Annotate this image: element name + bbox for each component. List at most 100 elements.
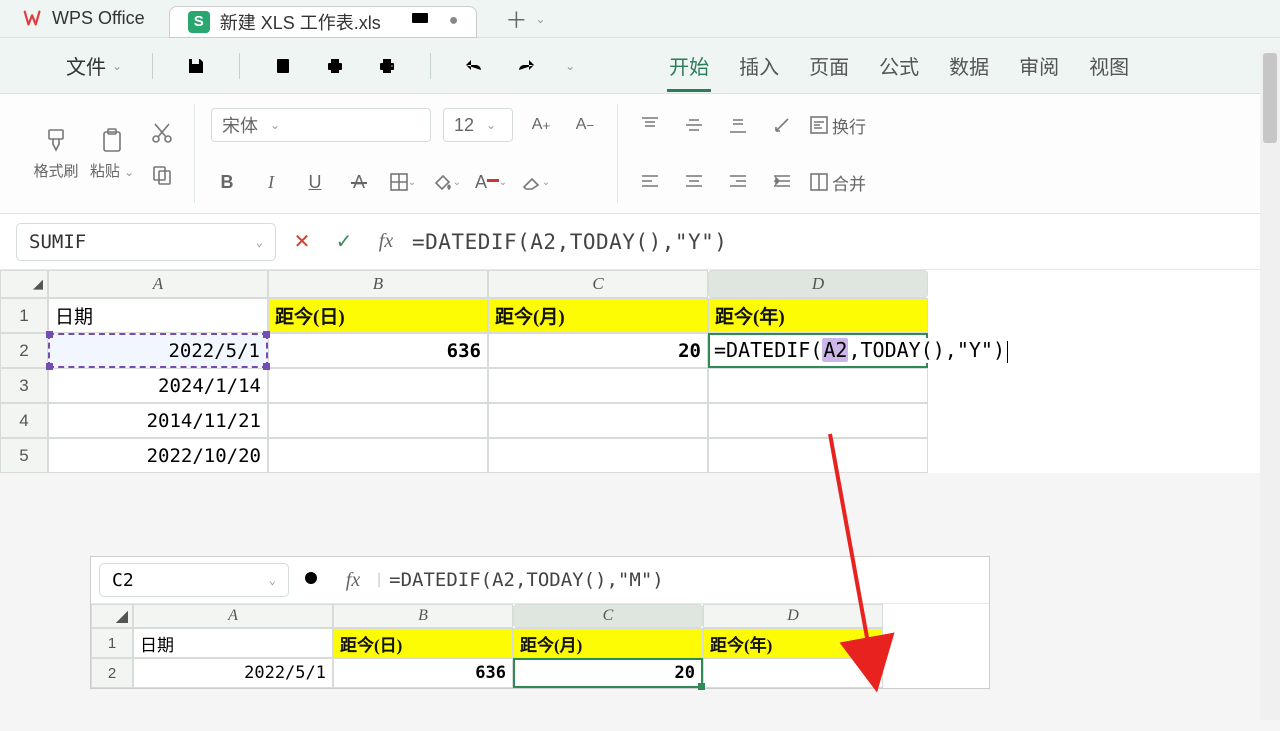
cell-B2[interactable]: 636 <box>268 333 488 368</box>
menu-review[interactable]: 审阅 <box>1017 47 1061 84</box>
cell-A2[interactable]: 2022/5/1 <box>48 333 268 368</box>
chevron-down-icon[interactable]: ⌄ <box>565 59 575 73</box>
col-header-B[interactable]: B <box>268 270 488 298</box>
inset-B2[interactable]: 636 <box>333 658 513 688</box>
zoom-out-icon[interactable] <box>297 564 329 596</box>
font-name-select[interactable]: 宋体⌄ <box>211 108 431 142</box>
inset-C1[interactable]: 距今(月) <box>513 628 703 658</box>
cell-D3[interactable] <box>708 368 928 403</box>
inset-col-D[interactable]: D <box>703 604 883 628</box>
print-direct-icon[interactable] <box>374 53 400 79</box>
menu-data[interactable]: 数据 <box>947 47 991 84</box>
cell-C1[interactable]: 距今(月) <box>488 298 708 333</box>
scrollbar-thumb[interactable] <box>1263 53 1277 143</box>
cell-B1[interactable]: 距今(日) <box>268 298 488 333</box>
inset-col-B[interactable]: B <box>333 604 513 628</box>
chevron-down-icon[interactable]: ⌄ <box>269 573 276 587</box>
increase-font-icon[interactable]: A+ <box>525 109 557 141</box>
cell-B3[interactable] <box>268 368 488 403</box>
cell-C4[interactable] <box>488 403 708 438</box>
cell-A5[interactable]: 2022/10/20 <box>48 438 268 473</box>
chevron-down-icon[interactable]: ⌄ <box>256 235 263 249</box>
undo-icon[interactable] <box>461 53 487 79</box>
align-top-icon[interactable] <box>634 109 666 141</box>
inset-D1[interactable]: 距今(年) <box>703 628 883 658</box>
menu-start[interactable]: 开始 <box>667 47 711 84</box>
menu-insert[interactable]: 插入 <box>737 47 781 84</box>
menu-page[interactable]: 页面 <box>807 47 851 84</box>
fx-icon[interactable]: fx <box>337 564 369 596</box>
copy-icon[interactable] <box>146 159 178 191</box>
paste-button[interactable]: 粘贴 ⌄ <box>86 104 138 203</box>
fx-icon[interactable]: fx <box>370 226 402 258</box>
select-all-corner[interactable]: ◢ <box>0 270 48 298</box>
indent-icon[interactable] <box>766 166 798 198</box>
print-icon[interactable] <box>322 53 348 79</box>
chevron-down-icon[interactable]: ⌄ <box>535 12 545 26</box>
inset-col-A[interactable]: A <box>133 604 333 628</box>
cell-B4[interactable] <box>268 403 488 438</box>
hamburger-icon[interactable] <box>14 53 40 79</box>
inset-select-all[interactable]: ◢ <box>91 604 133 628</box>
fill-color-icon[interactable]: ⌄ <box>431 166 463 198</box>
home-tab[interactable]: WPS Office <box>8 0 159 37</box>
inset-B1[interactable]: 距今(日) <box>333 628 513 658</box>
align-left-icon[interactable] <box>634 166 666 198</box>
row-header-2[interactable]: 2 <box>0 333 48 368</box>
col-header-C[interactable]: C <box>488 270 708 298</box>
cell-D4[interactable] <box>708 403 928 438</box>
name-box[interactable]: SUMIF ⌄ <box>16 223 276 261</box>
inset-name-box[interactable]: C2 ⌄ <box>99 563 289 597</box>
inset-formula-input[interactable]: =DATEDIF(A2,TODAY(),"M") <box>389 569 664 591</box>
screen-icon[interactable] <box>411 12 429 31</box>
row-header-5[interactable]: 5 <box>0 438 48 473</box>
bold-icon[interactable]: B <box>211 166 243 198</box>
inset-row-1[interactable]: 1 <box>91 628 133 658</box>
decrease-font-icon[interactable]: A− <box>569 109 601 141</box>
document-tab[interactable]: S 新建 XLS 工作表.xls ● <box>169 6 478 38</box>
merge-cells-button[interactable]: 合并 <box>810 166 866 198</box>
menu-formula[interactable]: 公式 <box>877 47 921 84</box>
menu-view[interactable]: 视图 <box>1087 47 1131 84</box>
cell-C2[interactable]: 20 <box>488 333 708 368</box>
eraser-icon[interactable]: ⌄ <box>519 166 551 198</box>
new-tab-button[interactable]: ＋ ⌄ <box>505 3 545 35</box>
align-center-icon[interactable] <box>678 166 710 198</box>
col-header-A[interactable]: A <box>48 270 268 298</box>
file-menu[interactable]: 文件 ⌄ <box>66 51 122 80</box>
align-middle-icon[interactable] <box>678 109 710 141</box>
print-preview-icon[interactable] <box>270 53 296 79</box>
orientation-icon[interactable] <box>766 109 798 141</box>
vertical-scrollbar[interactable] <box>1260 50 1280 720</box>
cancel-formula-icon[interactable]: ✕ <box>286 226 318 258</box>
inset-C2[interactable]: 20 <box>513 658 703 688</box>
spreadsheet-grid[interactable]: ◢ A B C D 1 日期 距今(日) 距今(月) 距今(年) 2 2022/… <box>0 270 1280 473</box>
cell-C3[interactable] <box>488 368 708 403</box>
confirm-formula-icon[interactable]: ✓ <box>328 226 360 258</box>
row-header-1[interactable]: 1 <box>0 298 48 333</box>
italic-icon[interactable]: I <box>255 166 287 198</box>
align-bottom-icon[interactable] <box>722 109 754 141</box>
inset-col-C[interactable]: C <box>513 604 703 628</box>
cell-A3[interactable]: 2024/1/14 <box>48 368 268 403</box>
cell-D1[interactable]: 距今(年) <box>708 298 928 333</box>
redo-icon[interactable] <box>513 53 539 79</box>
dot-icon[interactable]: ● <box>449 12 459 31</box>
inset-row-2[interactable]: 2 <box>91 658 133 688</box>
font-color-icon[interactable]: A⌄ <box>475 166 507 198</box>
cell-A1[interactable]: 日期 <box>48 298 268 333</box>
cell-A4[interactable]: 2014/11/21 <box>48 403 268 438</box>
col-header-D[interactable]: D <box>708 270 928 298</box>
format-painter-button[interactable]: 格式刷 <box>30 104 82 203</box>
cell-D5[interactable] <box>708 438 928 473</box>
underline-icon[interactable]: U <box>299 166 331 198</box>
inset-D2[interactable]: 1 <box>703 658 883 688</box>
inset-A1[interactable]: 日期 <box>133 628 333 658</box>
align-right-icon[interactable] <box>722 166 754 198</box>
cell-B5[interactable] <box>268 438 488 473</box>
cut-icon[interactable] <box>146 117 178 149</box>
strikethrough-icon[interactable]: A <box>343 166 375 198</box>
row-header-4[interactable]: 4 <box>0 403 48 438</box>
inset-A2[interactable]: 2022/5/1 <box>133 658 333 688</box>
row-header-3[interactable]: 3 <box>0 368 48 403</box>
